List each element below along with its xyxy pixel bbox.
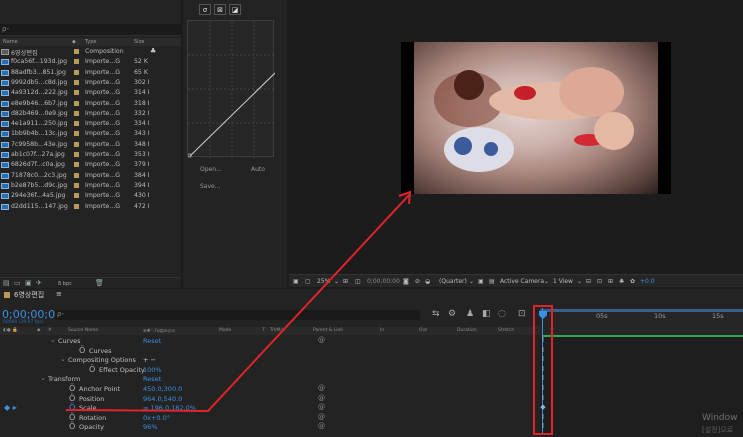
annotation-overlay xyxy=(65,190,412,413)
windows-activation-watermark: Window xyxy=(702,413,738,423)
annotation-arrowhead xyxy=(398,190,412,205)
windows-activation-watermark-sub: [설정]으로 xyxy=(702,426,734,434)
annotation-arrow xyxy=(65,193,411,413)
